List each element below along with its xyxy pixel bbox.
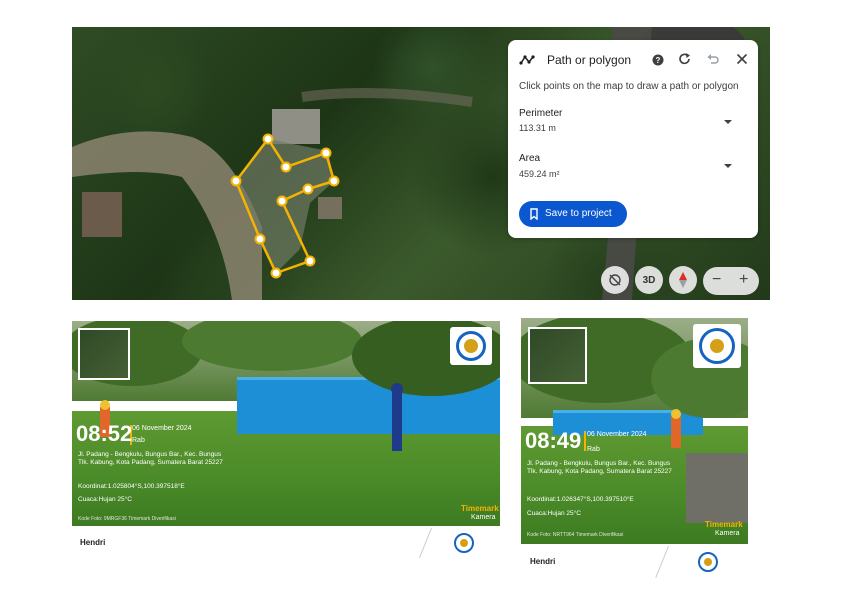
- location-coordinates: Koordinat:1.026347°S,100.397510°E: [527, 496, 634, 503]
- save-to-project-button[interactable]: Save to project: [519, 201, 627, 227]
- mini-map: [78, 328, 130, 380]
- timemark-brand: Timemark: [461, 504, 499, 513]
- building: [318, 197, 342, 219]
- zoom-control: − +: [703, 267, 759, 295]
- photo-card-2: 08:49 06 November 2024 Rab Jl. Padang - …: [521, 318, 748, 544]
- timemark-brand: Timemark: [705, 520, 743, 529]
- agency-logo: [450, 327, 492, 365]
- caption-logo: [698, 552, 718, 572]
- timestamp-date: 06 November 2024: [587, 431, 647, 438]
- road: [301, 88, 473, 107]
- photo-caption-2: Hendri: [530, 557, 556, 566]
- area-units-dropdown[interactable]: [724, 164, 732, 168]
- perimeter-label: Perimeter: [519, 108, 563, 119]
- location-address: Jl. Padang - Bengkulu, Bungus Bar., Kec.…: [78, 451, 223, 466]
- photo-code: Kode Foto: NRTT964 Timemark Diverifikasi: [527, 532, 624, 538]
- undo-icon[interactable]: [705, 51, 721, 67]
- area-value: 459.24 m²: [519, 169, 560, 179]
- 3d-button[interactable]: 3D: [635, 266, 663, 294]
- weather-info: Cuaca:Hujan 25°C: [527, 510, 581, 517]
- photo-caption-1: Hendri: [80, 538, 106, 547]
- photo-foliage: [72, 321, 500, 451]
- caption-logo: [454, 533, 474, 553]
- path-polygon-icon: [519, 52, 535, 68]
- bookmark-icon: [530, 208, 538, 220]
- 3d-label: 3D: [642, 274, 656, 286]
- timestamp-time: 08:52: [76, 421, 133, 446]
- help-icon[interactable]: ?: [650, 52, 666, 68]
- close-icon[interactable]: [734, 51, 750, 67]
- timestamp-date: 06 November 2024: [132, 425, 192, 432]
- svg-text:?: ?: [656, 56, 661, 65]
- building: [82, 192, 122, 237]
- save-to-project-label: Save to project: [545, 208, 612, 219]
- weather-info: Cuaca:Hujan 25°C: [78, 496, 132, 503]
- timemark-brand-sub: Kamera: [715, 530, 740, 537]
- compass-button[interactable]: [669, 266, 697, 294]
- timemark-brand-sub: Kamera: [471, 514, 496, 521]
- panel-title: Path or polygon: [547, 53, 632, 67]
- mini-map: [528, 327, 587, 384]
- path-polygon-panel: Path or polygon ? Click points on the ma…: [508, 40, 758, 238]
- redo-icon[interactable]: [677, 51, 693, 67]
- timestamp-day: Rab: [132, 437, 145, 444]
- agency-logo: [693, 324, 741, 368]
- panel-hint: Click points on the map to draw a path o…: [519, 81, 739, 92]
- compass-icon: [679, 272, 687, 288]
- rotate-lock-button[interactable]: [601, 266, 629, 294]
- zoom-out-button[interactable]: −: [712, 271, 721, 289]
- timestamp-day: Rab: [587, 446, 600, 453]
- location-address: Jl. Padang - Bengkulu, Bungus Bar., Kec.…: [527, 460, 672, 475]
- building: [272, 109, 320, 144]
- perimeter-units-dropdown[interactable]: [724, 120, 732, 124]
- photo-code: Kode Foto: 9MRGF36 Timemark Diverifikasi: [78, 516, 176, 522]
- perimeter-value: 113.31 m: [519, 123, 556, 133]
- photo-card-1: 08:52 06 November 2024 Rab Jl. Padang - …: [72, 321, 500, 526]
- location-coordinates: Koordinat:1.025804°S,100.397518°E: [78, 483, 185, 490]
- rotate-lock-icon: [609, 274, 621, 286]
- timestamp-time: 08:49: [525, 428, 582, 453]
- area-label: Area: [519, 153, 541, 164]
- zoom-in-button[interactable]: +: [739, 271, 748, 289]
